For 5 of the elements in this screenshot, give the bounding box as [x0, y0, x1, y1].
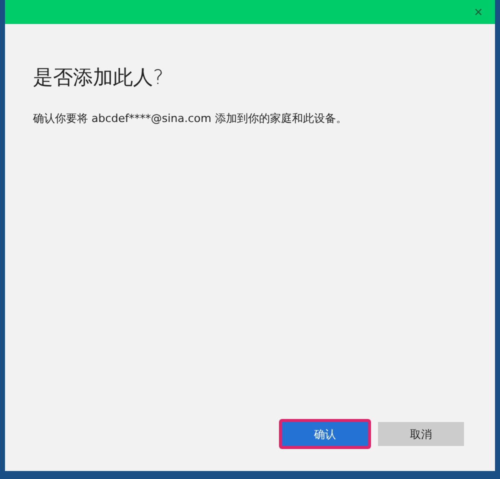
- cancel-button[interactable]: 取消: [378, 422, 464, 446]
- close-button[interactable]: ✕: [466, 4, 491, 20]
- dialog-message: 确认你要将 abcdef****@sina.com 添加到你的家庭和此设备。: [33, 111, 348, 126]
- confirm-button[interactable]: 确认: [282, 422, 368, 446]
- dialog-heading: 是否添加此人?: [33, 64, 165, 91]
